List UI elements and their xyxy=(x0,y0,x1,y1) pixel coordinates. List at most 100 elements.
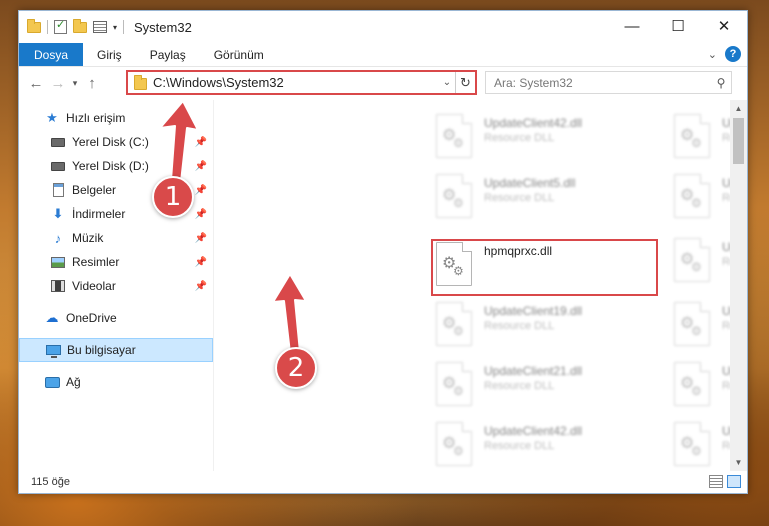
pin-icon[interactable]: 📌 xyxy=(195,257,207,268)
downloads-icon: ⬇ xyxy=(52,206,64,221)
file-list: ⚙ ⚙ UpdateClient42.dll Resource DLL ⚙ ⚙ Upd… xyxy=(214,100,747,471)
file-item[interactable]: ⚙ ⚙ UpdateClient19.dll Resource DLL xyxy=(436,300,656,352)
pin-icon[interactable]: 📌 xyxy=(195,281,207,292)
dll-file-icon: ⚙ ⚙ xyxy=(674,238,710,282)
dll-file-icon: ⚙ ⚙ xyxy=(436,362,472,406)
address-path[interactable]: C:\Windows\System32 xyxy=(153,75,439,90)
item-count: 115 öğe xyxy=(31,476,70,488)
sidebar-item-label: Belgeler xyxy=(72,183,117,197)
forward-arrow-icon[interactable]: → xyxy=(47,75,69,92)
expand-ribbon-chevron-icon[interactable]: ⌄ xyxy=(708,48,717,61)
dll-file-icon: ⚙ ⚙ xyxy=(674,302,710,346)
computer-icon xyxy=(45,343,61,358)
dll-file-icon: ⚙ ⚙ xyxy=(674,422,710,466)
file-item[interactable]: ⚙⚙ UpdateClient42.dll Resource DLL xyxy=(436,112,656,164)
refresh-icon[interactable]: ↻ xyxy=(455,72,475,93)
sidebar-item-label: Videolar xyxy=(72,279,116,293)
sidebar-item-label: Bu bilgisayar xyxy=(67,343,136,357)
scroll-thumb[interactable] xyxy=(733,118,744,164)
cloud-icon: ☁ xyxy=(45,310,59,325)
divider xyxy=(123,20,125,34)
dll-file-icon: ⚙ ⚙ xyxy=(674,174,710,218)
details-view-icon[interactable] xyxy=(709,475,723,488)
recent-locations-chevron-icon[interactable]: ▾ xyxy=(69,78,81,89)
file-item[interactable]: ⚙⚙ UpdateClient5.dll Resource DLL xyxy=(436,172,656,224)
search-input[interactable]: Ara: System32 xyxy=(494,76,711,90)
close-icon[interactable]: ✕ xyxy=(701,11,747,41)
sidebar-item-videos[interactable]: Videolar 📌 xyxy=(19,274,213,298)
sidebar-item-label: OneDrive xyxy=(66,311,117,325)
tab-home[interactable]: Giriş xyxy=(83,43,136,66)
search-icon[interactable]: ⚲ xyxy=(711,76,731,90)
sidebar-item-music[interactable]: ♪ Müzik 📌 xyxy=(19,226,213,250)
dll-file-icon: ⚙ ⚙ xyxy=(674,114,710,158)
up-arrow-icon[interactable]: ↑ xyxy=(81,75,103,92)
drive-icon xyxy=(50,159,66,173)
sidebar-item-onedrive[interactable]: ☁ OneDrive xyxy=(19,306,213,330)
customize-toolbar-chevron-icon[interactable]: ▾ xyxy=(113,23,117,32)
properties-check-icon[interactable] xyxy=(54,18,67,34)
videos-icon xyxy=(50,279,66,293)
minimize-icon[interactable]: — xyxy=(609,11,655,41)
maximize-icon[interactable]: ☐ xyxy=(655,11,701,41)
dll-file-icon: ⚙ ⚙ xyxy=(436,422,472,466)
pictures-icon xyxy=(50,255,66,269)
dll-file-icon: ⚙ ⚙ xyxy=(436,302,472,346)
sidebar-item-this-pc[interactable]: Bu bilgisayar xyxy=(19,338,213,362)
navigation-bar: ← → ▾ ↑ C:\Windows\System32 ⌄ ↻ Ara: Sys… xyxy=(19,67,747,99)
pin-icon[interactable]: 📌 xyxy=(195,137,207,148)
step-badge-1: 1 xyxy=(152,176,194,218)
tiles-view-icon[interactable] xyxy=(727,475,741,488)
help-icon[interactable]: ? xyxy=(725,46,741,62)
sidebar-item-label: Yerel Disk (D:) xyxy=(72,159,149,173)
title-bar: ▾ System32 — ☐ ✕ xyxy=(19,11,747,43)
window-title: System32 xyxy=(134,19,192,35)
pin-icon[interactable]: 📌 xyxy=(195,185,207,196)
status-bar: 115 öğe xyxy=(19,471,747,493)
content-area: ★ Hızlı erişim Yerel Disk (C:) 📌 Yerel D… xyxy=(19,100,747,471)
sidebar-item-label: Resimler xyxy=(72,255,120,269)
file-type: Resource DLL xyxy=(484,380,555,392)
navigation-pane: ★ Hızlı erişim Yerel Disk (C:) 📌 Yerel D… xyxy=(19,100,214,471)
sidebar-item-label: İndirmeler xyxy=(72,207,126,221)
sidebar-item-label: Yerel Disk (C:) xyxy=(72,135,149,149)
scroll-up-icon[interactable]: ▲ xyxy=(730,100,747,117)
file-type: Resource DLL xyxy=(484,320,555,332)
tab-share[interactable]: Paylaş xyxy=(136,43,200,66)
tab-view[interactable]: Görünüm xyxy=(200,43,278,66)
sidebar-item-quick-access[interactable]: ★ Hızlı erişim xyxy=(19,106,213,130)
file-item[interactable]: ⚙⚙ UpdateClient42.dll Resource DLL xyxy=(436,420,656,471)
address-history-chevron-icon[interactable]: ⌄ xyxy=(439,77,455,88)
pin-icon[interactable]: 📌 xyxy=(195,233,207,244)
sidebar-item-local-disk-d[interactable]: Yerel Disk (D:) 📌 xyxy=(19,154,213,178)
sidebar-item-pictures[interactable]: Resimler 📌 xyxy=(19,250,213,274)
back-arrow-icon[interactable]: ← xyxy=(25,75,47,92)
file-name: UpdateClient19.dll xyxy=(484,304,583,318)
folder-icon[interactable] xyxy=(27,18,41,33)
drive-icon xyxy=(50,135,66,149)
vertical-scrollbar[interactable]: ▲ ▼ xyxy=(730,100,747,471)
file-name: UpdateClient21.dll xyxy=(484,364,583,378)
music-icon: ♪ xyxy=(54,230,62,246)
divider xyxy=(47,20,48,34)
tab-file[interactable]: Dosya xyxy=(19,43,84,66)
scroll-down-icon[interactable]: ▼ xyxy=(730,454,747,471)
file-name: UpdateClient5.dll xyxy=(484,176,576,190)
file-name: UpdateClient42.dll xyxy=(484,116,583,130)
file-type: Resource DLL xyxy=(484,132,555,144)
explorer-window: ▾ System32 — ☐ ✕ Dosya Giriş Paylaş Görü… xyxy=(18,10,748,494)
pin-icon[interactable]: 📌 xyxy=(195,209,207,220)
sidebar-item-label: Hızlı erişim xyxy=(66,111,126,125)
new-folder-icon[interactable] xyxy=(73,18,87,33)
pin-icon[interactable]: 📌 xyxy=(195,161,207,172)
address-bar[interactable]: C:\Windows\System32 ⌄ ↻ xyxy=(126,70,477,95)
file-item[interactable]: ⚙⚙ UpdateClient21.dll Resource DLL xyxy=(436,360,656,412)
step-badge-2: 2 xyxy=(275,347,317,389)
view-properties-icon[interactable] xyxy=(93,21,107,33)
window-controls: — ☐ ✕ xyxy=(609,11,747,41)
search-box[interactable]: Ara: System32 ⚲ xyxy=(485,71,732,94)
sidebar-item-label: Ağ xyxy=(66,375,81,389)
sidebar-item-local-disk-c[interactable]: Yerel Disk (C:) 📌 xyxy=(19,130,213,154)
sidebar-item-network[interactable]: Ağ xyxy=(19,370,213,394)
